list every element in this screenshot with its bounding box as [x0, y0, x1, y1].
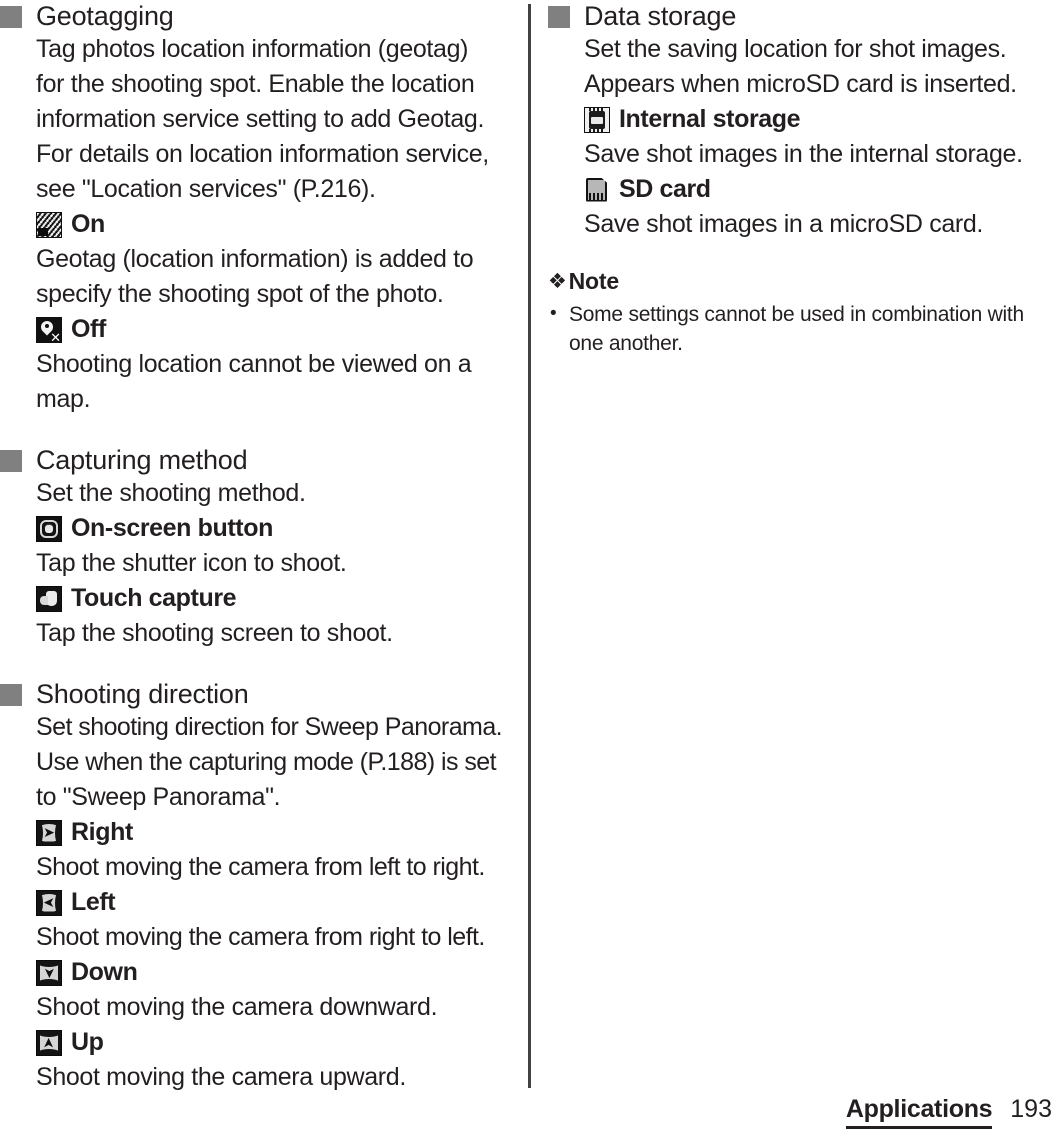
paragraph-line: see "Location services" (P.216). [36, 175, 376, 203]
option-label: Left [71, 888, 116, 916]
option-description-line: Geotag (location information) is added t… [36, 245, 474, 273]
paragraph-line: to "Sweep Panorama". [36, 783, 281, 811]
section-heading: Shooting direction [0, 678, 506, 710]
manual-page: Geotagging Tag photos location informati… [0, 0, 1060, 1133]
option-row: Off [36, 312, 506, 347]
section-title: Shooting direction [36, 679, 249, 709]
paragraph-line: Set the shooting method. [36, 479, 306, 507]
note-heading-label: Note [568, 268, 620, 294]
section-data-storage: Data storage Set the saving location for… [548, 0, 1050, 242]
section-marker-icon [0, 6, 22, 28]
footer-section-label: Applications [845, 1095, 993, 1129]
section-heading: Capturing method [0, 444, 506, 476]
note-list: Some settings cannot be used in combinat… [548, 299, 1050, 358]
section-marker-icon [0, 684, 22, 706]
option-row: ➤ Left [36, 885, 506, 920]
section-marker-icon [0, 450, 22, 472]
option-label: SD card [619, 175, 711, 203]
section-body: Set the saving location for shot images.… [584, 32, 1050, 242]
note-heading: ❖ Note [548, 266, 1050, 296]
option-label: On [71, 210, 105, 238]
section-heading: Geotagging [0, 0, 506, 32]
option-description-line: Tap the shutter icon to shoot. [36, 549, 347, 577]
footer-page-number: 193 [1010, 1095, 1052, 1123]
paragraph-line: Set the saving location for shot images. [584, 35, 1007, 63]
option-description-line: Shoot moving the camera downward. [36, 993, 438, 1021]
option-description-line: Save shot images in a microSD card. [584, 210, 984, 238]
on-screen-button-icon [36, 515, 62, 542]
option-label: Internal storage [619, 105, 801, 133]
section-heading: Data storage [548, 0, 1050, 32]
option-description-line: map. [36, 385, 91, 413]
option-description-line: Shoot moving the camera upward. [36, 1063, 406, 1091]
option-row: ➤ Down [36, 955, 506, 990]
direction-up-icon: ➤ [36, 1029, 62, 1056]
option-description-line: Shoot moving the camera from left to rig… [36, 853, 485, 881]
direction-left-icon: ➤ [36, 889, 62, 916]
option-row: On-screen button [36, 511, 506, 546]
option-label: On-screen button [71, 514, 273, 542]
paragraph-line: Set shooting direction for Sweep Panoram… [36, 713, 503, 741]
direction-down-icon: ➤ [36, 959, 62, 986]
left-column: Geotagging Tag photos location informati… [0, 0, 506, 1095]
diamond-icon: ❖ [548, 268, 567, 293]
option-row: Internal storage [584, 102, 1050, 137]
section-body: Tag photos location information (geotag)… [36, 32, 506, 417]
right-column: Data storage Set the saving location for… [548, 0, 1050, 358]
option-description-line: specify the shooting spot of the photo. [36, 280, 444, 308]
section-marker-icon [548, 6, 570, 28]
section-title: Data storage [584, 1, 737, 31]
option-label: Touch capture [71, 584, 237, 612]
option-row: ➤ Right [36, 815, 506, 850]
section-body: Set the shooting method. On-screen butto… [36, 476, 506, 651]
option-description-line: Tap the shooting screen to shoot. [36, 619, 393, 647]
option-row: ➤ Up [36, 1025, 506, 1060]
sd-card-icon [584, 177, 610, 203]
option-row: On [36, 207, 506, 242]
touch-capture-icon [36, 585, 62, 612]
direction-right-icon: ➤ [36, 819, 62, 846]
section-geotagging: Geotagging Tag photos location informati… [0, 0, 506, 417]
section-body: Set shooting direction for Sweep Panoram… [36, 710, 506, 1095]
section-title: Capturing method [36, 445, 248, 475]
option-label: Off [71, 315, 106, 343]
note-block: ❖ Note Some settings cannot be used in c… [548, 266, 1050, 358]
geotag-on-icon [36, 211, 62, 238]
paragraph-line: For details on location information serv… [36, 140, 489, 168]
paragraph-line: Tag photos location information (geotag) [36, 35, 469, 63]
page-footer: Applications 193 [845, 1095, 1052, 1129]
paragraph-line: for the shooting spot. Enable the locati… [36, 70, 475, 98]
option-row: SD card [584, 172, 1050, 207]
section-shooting-direction: Shooting direction Set shooting directio… [0, 678, 506, 1095]
option-label: Down [71, 958, 138, 986]
option-description-line: Shooting location cannot be viewed on a [36, 350, 472, 378]
section-title: Geotagging [36, 1, 174, 31]
paragraph-line: Appears when microSD card is inserted. [584, 70, 1017, 98]
paragraph-line: Use when the capturing mode (P.188) is s… [36, 748, 497, 776]
note-list-item: Some settings cannot be used in combinat… [548, 299, 1050, 358]
option-label: Right [71, 818, 133, 846]
column-divider [528, 4, 531, 1088]
section-capturing-method: Capturing method Set the shooting method… [0, 444, 506, 651]
internal-storage-icon [584, 106, 610, 133]
option-description-line: Shoot moving the camera from right to le… [36, 923, 485, 951]
geotag-off-icon [36, 316, 62, 343]
option-label: Up [71, 1028, 104, 1056]
option-row: Touch capture [36, 581, 506, 616]
option-description-line: Save shot images in the internal storage… [584, 140, 1023, 168]
paragraph-line: information service setting to add Geota… [36, 105, 485, 133]
